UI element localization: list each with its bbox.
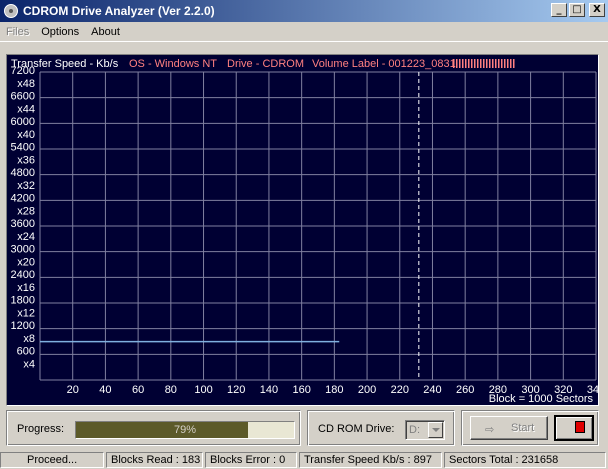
y-tick-label: 3600	[11, 218, 35, 230]
y-tick-label: 1800	[11, 295, 35, 307]
x-tick-label: 20	[67, 384, 79, 396]
progress-group: Progress: 79%	[6, 410, 301, 446]
drive-select[interactable]: D:	[405, 420, 445, 440]
x-tick-label: 60	[132, 384, 144, 396]
progress-label: Progress:	[17, 423, 65, 435]
progress-percent: 79%	[173, 424, 197, 436]
stop-button[interactable]	[554, 415, 594, 441]
volume-tick	[507, 59, 509, 68]
menu-options[interactable]: Options	[41, 26, 79, 38]
volume-tick	[489, 59, 491, 68]
menu-about[interactable]: About	[91, 26, 120, 38]
y-tick-label: 4800	[11, 167, 35, 179]
y-tick-label: x44	[17, 103, 35, 115]
volume-tick	[453, 59, 455, 68]
stop-icon	[575, 421, 585, 433]
volume-progress-ticks	[453, 59, 515, 68]
window-controls: _ □ X	[551, 3, 605, 17]
status-blocks-error: Blocks Error : 0	[205, 452, 297, 468]
start-button[interactable]: ⇨ Start	[470, 416, 548, 440]
x-tick-label: 240	[423, 384, 441, 396]
x-tick-label: 180	[325, 384, 343, 396]
window-title: CDROM Drive Analyzer (Ver 2.2.0)	[23, 4, 215, 18]
volume-tick	[501, 59, 503, 68]
status-bar: Proceed... Blocks Read : 183 Blocks Erro…	[0, 452, 608, 469]
y-tick-label: 1200	[11, 320, 35, 332]
y-tick-label: 4200	[11, 193, 35, 205]
y-tick-label: x12	[17, 307, 35, 319]
drive-group: CD ROM Drive: D:	[307, 410, 455, 446]
title-bar[interactable]: CDROM Drive Analyzer (Ver 2.2.0) _ □ X	[0, 0, 608, 22]
volume-tick	[486, 59, 488, 68]
volume-tick	[477, 59, 479, 68]
volume-tick	[468, 59, 470, 68]
graph-drive-label: Drive - CDROM	[227, 58, 304, 70]
block-size-note: Block = 1000 Sectors	[489, 393, 594, 405]
volume-tick	[513, 59, 515, 68]
volume-tick	[504, 59, 506, 68]
graph-os-label: OS - Windows NT	[129, 58, 217, 70]
status-blocks-read: Blocks Read : 183	[106, 452, 203, 468]
start-label: Start	[511, 422, 535, 434]
y-tick-label: 3000	[11, 244, 35, 256]
x-tick-label: 100	[194, 384, 212, 396]
y-tick-label: x16	[17, 282, 35, 294]
volume-tick	[480, 59, 482, 68]
arrow-right-icon: ⇨	[485, 423, 495, 436]
progress-bar: 79%	[75, 421, 295, 439]
chevron-down-icon[interactable]	[428, 422, 443, 438]
y-tick-label: 6600	[11, 91, 35, 103]
control-panel: Progress: 79% CD ROM Drive: D: ⇨ Start	[6, 410, 599, 447]
x-tick-label: 260	[456, 384, 474, 396]
x-tick-label: 40	[99, 384, 111, 396]
volume-tick	[483, 59, 485, 68]
volume-tick	[465, 59, 467, 68]
maximize-button[interactable]: □	[569, 3, 585, 17]
menu-bar: Files Options About	[0, 22, 608, 42]
graph-canvas: 7200x486600x446000x405400x364800x324200x…	[11, 58, 598, 405]
x-tick-label: 120	[227, 384, 245, 396]
y-tick-label: x36	[17, 154, 35, 166]
status-transfer-speed: Transfer Speed Kb/s : 897	[299, 452, 442, 468]
volume-tick	[492, 59, 494, 68]
y-tick-label: x40	[17, 129, 35, 141]
x-tick-label: 80	[165, 384, 177, 396]
y-tick-label: 6000	[11, 116, 35, 128]
graph-volume-label: Volume Label - 001223_0831	[312, 58, 456, 70]
volume-tick	[510, 59, 512, 68]
y-tick-label: 2400	[11, 269, 35, 281]
volume-tick	[459, 59, 461, 68]
y-tick-label: x24	[17, 231, 35, 243]
x-tick-label: 160	[292, 384, 310, 396]
x-tick-label: 220	[391, 384, 409, 396]
volume-tick	[498, 59, 500, 68]
transfer-speed-graph: 7200 x48 6600 x44 6000 x40 5400 x36 4800 x32 4200 x…	[6, 54, 599, 406]
volume-tick	[495, 59, 497, 68]
y-tick-label: x32	[17, 180, 35, 192]
y-tick-label: 600	[17, 346, 35, 358]
x-tick-label: 200	[358, 384, 376, 396]
minimize-button[interactable]: _	[551, 3, 567, 17]
status-sectors-total: Sectors Total : 231658	[444, 452, 606, 468]
drive-label: CD ROM Drive:	[318, 423, 395, 435]
volume-tick	[474, 59, 476, 68]
y-tick-label: 5400	[11, 142, 35, 154]
cdrom-icon	[4, 4, 18, 18]
status-state: Proceed...	[0, 452, 104, 468]
volume-tick	[471, 59, 473, 68]
menu-files[interactable]: Files	[6, 26, 29, 38]
close-button[interactable]: X	[589, 3, 605, 17]
action-group: ⇨ Start	[461, 410, 599, 446]
drive-value: D:	[409, 424, 420, 436]
y-tick-label: x28	[17, 205, 35, 217]
volume-tick	[462, 59, 464, 68]
y-tick-label: x20	[17, 256, 35, 268]
y-tick-label: x4	[23, 358, 35, 370]
volume-tick	[456, 59, 458, 68]
y-tick-label: x8	[23, 333, 35, 345]
y-tick-label: x48	[17, 78, 35, 90]
x-tick-label: 140	[260, 384, 278, 396]
graph-title: Transfer Speed - Kb/s	[11, 58, 119, 70]
